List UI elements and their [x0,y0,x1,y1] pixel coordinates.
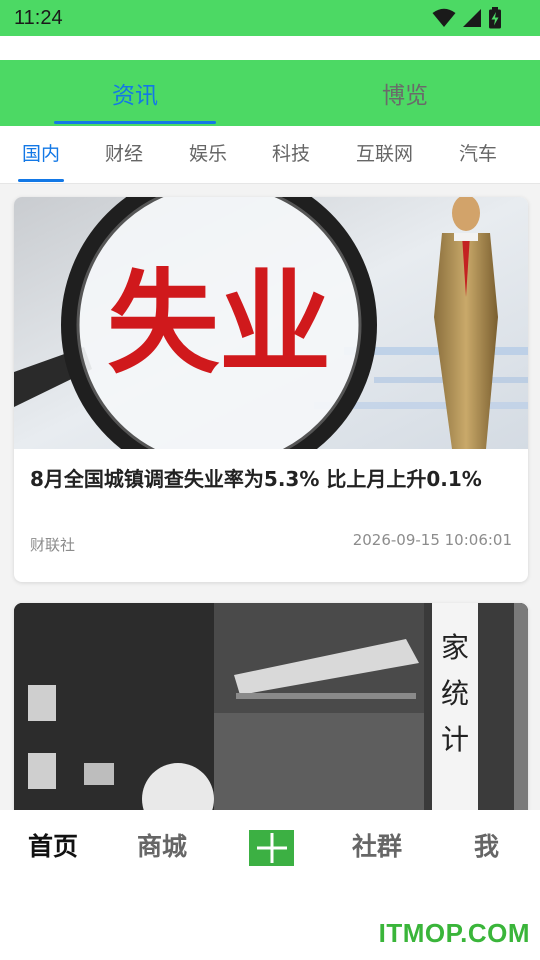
app-screen: 11:24 资讯 博览 国内 财经 娱乐 科技 互联网 汽车 失业 8月全国城镇… [0,0,540,960]
category-tab-finance[interactable]: 财经 [105,126,143,184]
watermark: ITMOP.COM [378,918,530,948]
category-tab-entertainment[interactable]: 娱乐 [189,126,227,184]
tab-expo[interactable]: 博览 [270,60,540,126]
news-image-statistics-bureau: 家 统 计 [14,603,528,810]
building-sign: 家 统 计 [438,625,472,763]
plus-icon [256,833,287,863]
status-bar: 11:24 [0,0,540,36]
nav-community[interactable]: 社群 [352,830,402,864]
wifi-icon [432,8,456,27]
sign-char: 家 [440,631,469,664]
nav-me[interactable]: 我 [474,830,499,864]
battery-charging-icon [489,7,501,29]
news-card[interactable]: 失业 8月全国城镇调查失业率为5.3% 比上月上升0.1% 财联社 2026-0… [14,197,528,582]
news-feed: 失业 8月全国城镇调查失业率为5.3% 比上月上升0.1% 财联社 2026-0… [0,184,540,810]
bottom-nav: 首页 商城 社群 我 ITMOP.COM [0,810,540,960]
news-title: 8月全国城镇调查失业率为5.3% 比上月上升0.1% [30,467,482,491]
status-icons [432,7,502,29]
header-spacer [0,36,540,60]
magnified-text: 失业 [107,259,331,389]
sign-char: 统 [440,677,469,710]
header-tabs: 资讯 博览 [0,60,540,126]
cell-signal-icon [463,9,481,27]
nav-home[interactable]: 首页 [28,830,78,864]
nav-mall[interactable]: 商城 [137,830,187,864]
news-card[interactable]: 家 统 计 [14,603,528,810]
category-tabs: 国内 财经 娱乐 科技 互联网 汽车 [0,126,540,184]
sign-char: 计 [440,723,469,756]
news-image-unemployment: 失业 [14,197,528,449]
category-tab-domestic[interactable]: 国内 [17,126,65,184]
category-tab-auto[interactable]: 汽车 [459,126,497,184]
tab-news[interactable]: 资讯 [0,60,270,126]
category-tab-tech[interactable]: 科技 [272,126,310,184]
status-time: 11:24 [14,6,63,29]
category-tab-internet[interactable]: 互联网 [356,126,413,184]
news-source: 财联社 [30,536,76,554]
add-post-button[interactable] [249,830,294,866]
news-timestamp: 2026-09-15 10:06:01 [352,531,512,549]
